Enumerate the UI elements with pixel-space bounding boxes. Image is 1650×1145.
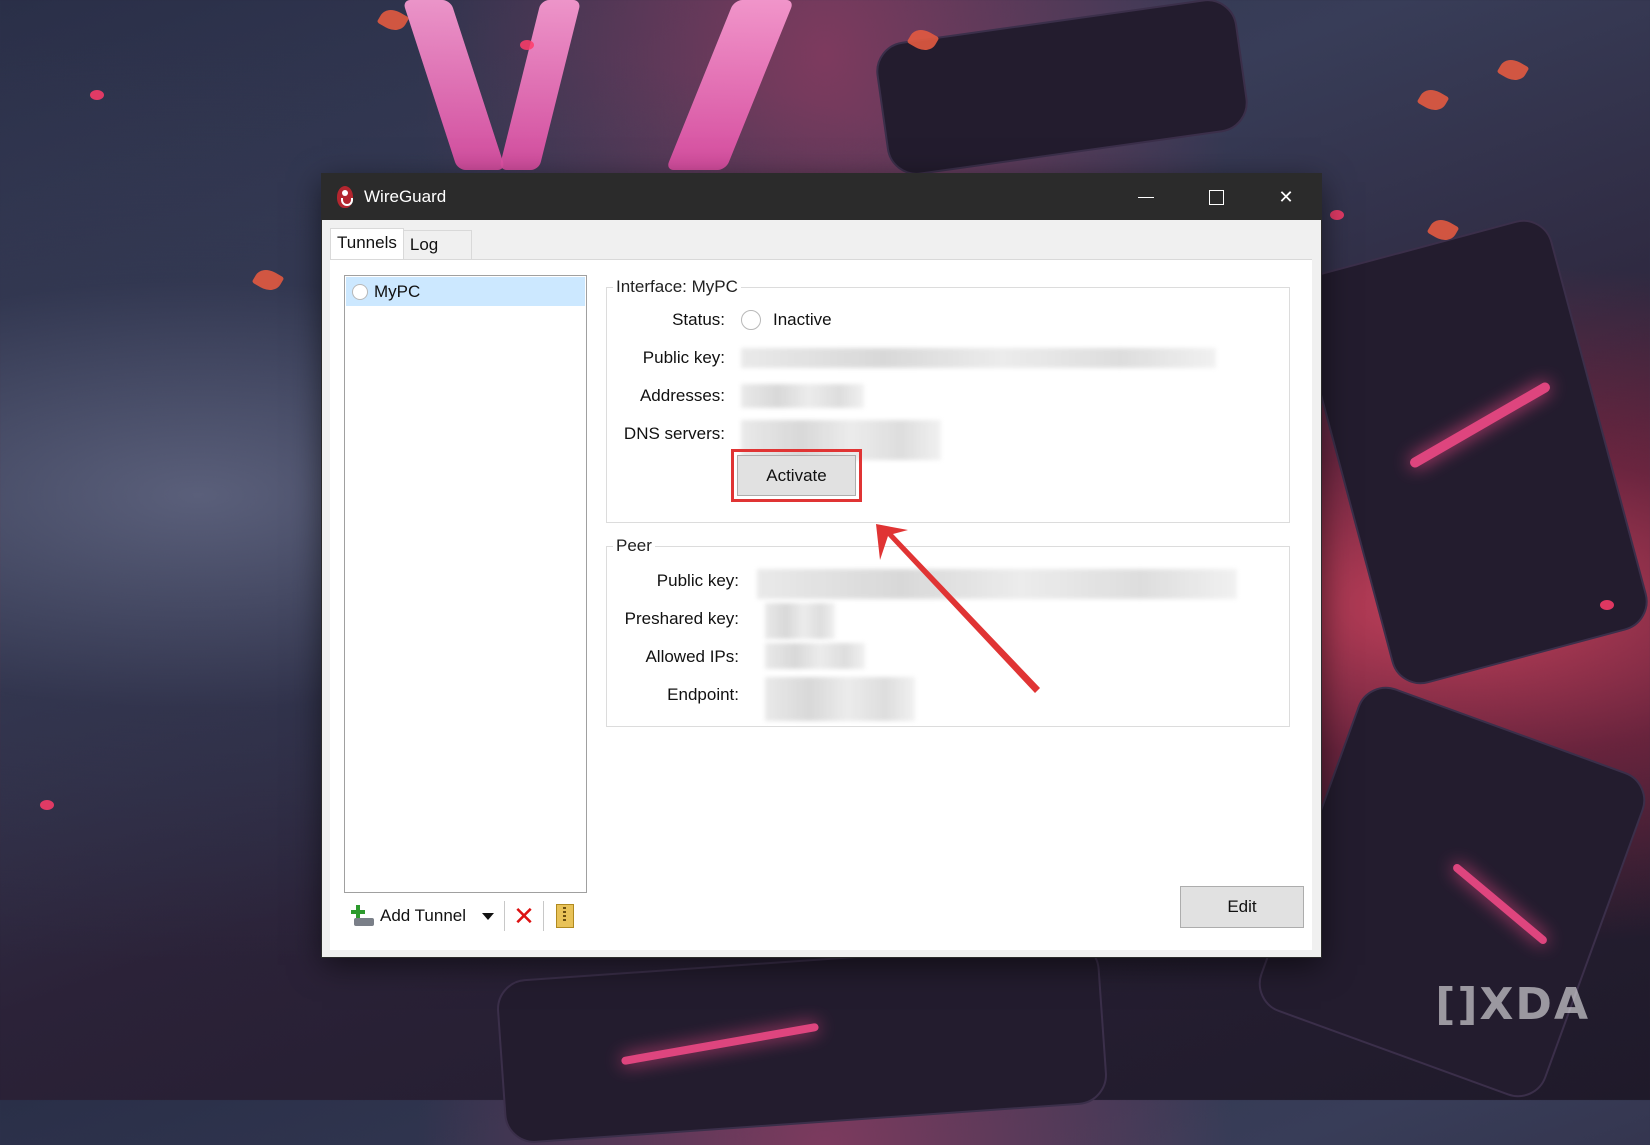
title-bar[interactable]: WireGuard ✕ [322,174,1321,220]
close-icon: ✕ [1278,186,1294,207]
delete-tunnel-icon[interactable]: ✕ [505,901,543,931]
public-key-label: Public key: [642,348,725,367]
status-indicator-icon [741,310,761,330]
add-tunnel-icon[interactable] [350,905,374,927]
status-row: Status: Inactive [607,308,832,332]
light-beam [665,0,795,170]
preshared-key-label: Preshared key: [624,609,739,628]
redacted-preshared-key [765,603,835,639]
tunnel-list[interactable]: MyPC [344,275,587,893]
petal [40,800,54,810]
public-key-row: Public key: [607,346,725,370]
tunnel-name: MyPC [374,281,421,301]
light-beam [498,0,582,170]
minimize-icon [1138,196,1154,198]
preshared-key-row: Preshared key: [607,607,739,631]
close-button[interactable]: ✕ [1251,174,1321,220]
petal [520,40,534,50]
toolbar-separator [543,901,545,931]
wireguard-logo-icon [334,185,356,209]
edit-button[interactable]: Edit [1180,886,1304,928]
addresses-row: Addresses: [607,384,725,408]
tunnel-item-mypc[interactable]: MyPC [346,277,585,306]
tab-strip: Tunnels Log [330,228,472,263]
endpoint-label: Endpoint: [667,685,739,704]
xda-watermark: []XDA [1435,979,1590,1030]
interface-title: Interface: MyPC [613,277,741,297]
add-tunnel-dropdown-icon[interactable] [482,912,495,920]
tunnel-toolbar: Add Tunnel ✕ [344,898,575,934]
peer-public-key-row: Public key: [607,569,739,593]
addresses-label: Addresses: [639,386,725,405]
redacted-public-key [741,348,1216,368]
allowed-ips-row: Allowed IPs: [607,645,739,669]
maple-leaf [1416,84,1450,116]
maximize-button[interactable] [1181,174,1251,220]
armor-shape [1289,213,1650,691]
activate-button[interactable]: Activate [737,455,856,496]
dns-servers-row: DNS servers: [607,422,725,446]
redacted-allowed-ips [765,643,865,669]
maple-leaf [251,264,285,296]
petal [1600,600,1614,610]
armor-shape [495,939,1109,1145]
maple-leaf [376,4,410,36]
peer-title: Peer [613,536,655,556]
window-title: WireGuard [364,187,447,206]
petal [90,90,104,100]
allowed-ips-label: Allowed IPs: [645,647,739,666]
peer-group: Peer Public key: Preshared key: Allowed … [606,536,1290,727]
wireguard-window: WireGuard ✕ Tunnels Log MyPC Add Tunnel … [322,174,1321,957]
redacted-endpoint [765,677,915,721]
tab-tunnels[interactable]: Tunnels [330,228,404,263]
maximize-icon [1208,189,1224,205]
tunnel-status-indicator [352,283,368,300]
interface-group: Interface: MyPC Status: Inactive Public … [606,277,1290,523]
light-beam [402,0,506,170]
endpoint-row: Endpoint: [607,683,739,707]
petal [1330,210,1344,220]
minimize-button[interactable] [1111,174,1181,220]
export-zip-icon[interactable] [556,904,575,928]
dns-servers-label: DNS servers: [623,424,725,443]
peer-public-key-label: Public key: [656,571,739,590]
redacted-addresses [741,384,864,408]
redacted-peer-public-key [757,569,1237,599]
armor-shape [872,0,1252,179]
status-value: Inactive [773,310,832,329]
status-label: Status: [672,310,725,329]
tunnels-panel: MyPC Add Tunnel ✕ Interface: MyPC Status… [330,259,1312,950]
add-tunnel-button[interactable]: Add Tunnel [380,906,466,926]
maple-leaf [1496,54,1530,86]
